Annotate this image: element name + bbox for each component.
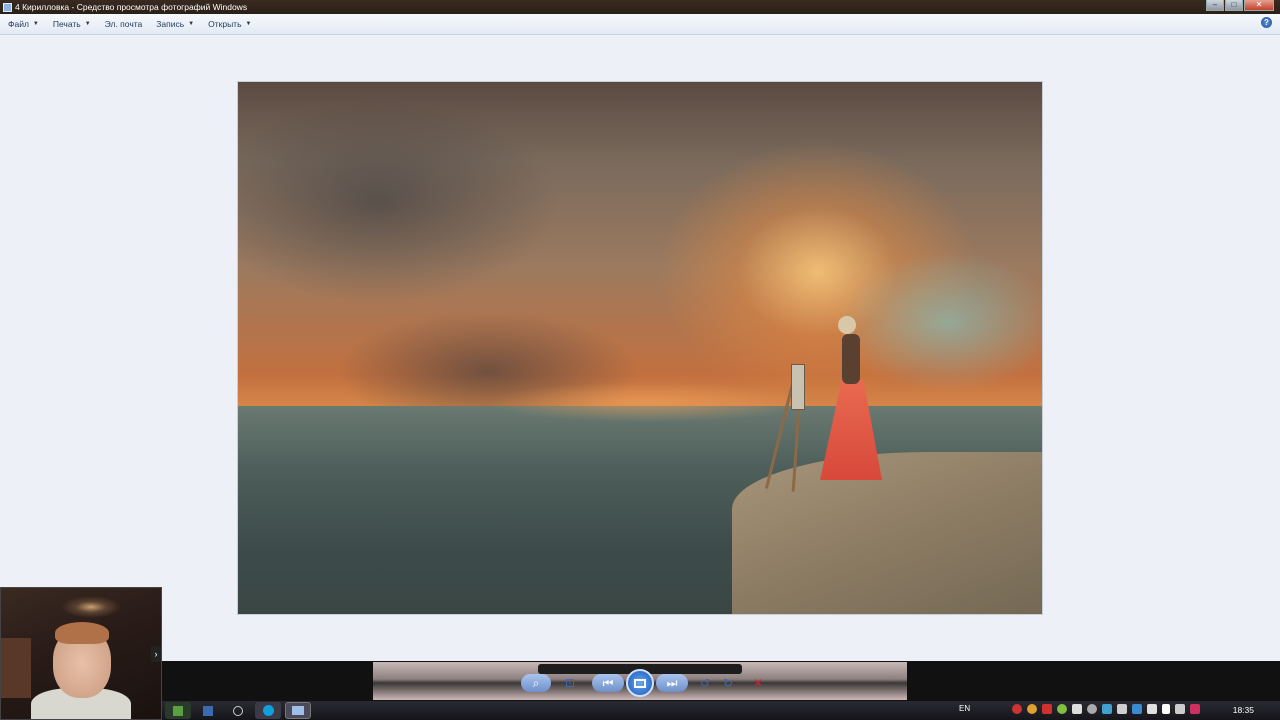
language-indicator[interactable]: EN [959,704,970,713]
menu-burn[interactable]: Запись ▼ [150,15,200,33]
app-icon [203,705,213,716]
maximize-button[interactable]: □ [1225,0,1243,11]
chevron-down-icon: ▼ [84,21,91,27]
taskbar-app-button[interactable] [195,702,221,719]
taskbar-app-button[interactable] [225,702,251,719]
chevron-down-icon: ▼ [245,21,252,27]
webcam-bookshelf [1,638,31,698]
menu-print-label: Печать [52,19,81,29]
window-titlebar[interactable]: 4 Кирилловка - Средство просмотра фотогр… [0,0,1280,14]
tray-icon[interactable] [1117,704,1127,714]
minimize-button[interactable]: – [1206,0,1224,11]
window-controls: – □ ✕ [1205,0,1274,12]
photo-sky-patch [838,252,1042,392]
chevron-down-icon: ▼ [32,21,39,27]
tray-icon[interactable] [1057,704,1067,714]
network-icon[interactable] [1175,704,1185,714]
photo-cloud [238,102,558,302]
rotate-right-icon: ↻ [722,676,734,690]
tray-icon[interactable] [1147,704,1157,714]
webcam-overlay: › [0,587,162,720]
rotate-left-button[interactable]: ↺ [695,674,715,692]
taskbar-skype-button[interactable] [255,702,281,719]
menu-open[interactable]: Открыть ▼ [202,15,257,33]
photo-viewer-app-icon [3,2,12,12]
skype-icon [262,705,274,716]
delete-icon: ✕ [752,676,764,690]
taskbar-app-button[interactable] [165,702,191,719]
tray-icon[interactable] [1087,704,1097,714]
taskbar-photo-viewer-button[interactable] [285,702,311,719]
previous-button[interactable]: ⏮ [592,674,624,692]
zoom-button[interactable]: ⌕ [521,674,551,692]
webcam-person-hair [55,622,109,644]
menu-email[interactable]: Эл. почта [99,15,149,33]
skip-forward-icon: ⏭ [666,675,678,690]
rotate-right-button[interactable]: ↻ [718,674,738,692]
tray-icon[interactable] [1027,704,1037,714]
window-title: 4 Кирилловка - Средство просмотра фотогр… [15,2,248,12]
next-button[interactable]: ⏭ [656,674,688,692]
slideshow-button[interactable] [626,669,654,697]
taskbar-clock[interactable]: 18:35 [1233,705,1254,715]
webcam-chandelier [61,596,121,618]
menu-burn-label: Запись [156,19,185,29]
command-bar: Файл ▼ Печать ▼ Эл. почта Запись ▼ Откры… [0,14,1280,35]
delete-button[interactable]: ✕ [748,674,768,692]
actual-size-button[interactable]: ⊡ [560,674,580,692]
rotate-left-icon: ↺ [699,676,711,690]
actual-size-icon: ⊡ [564,676,576,690]
volume-icon[interactable] [1162,704,1170,714]
chevron-right-icon[interactable]: › [151,646,161,662]
tray-icon[interactable] [1042,704,1052,714]
chevron-down-icon: ▼ [188,21,195,27]
magnifier-icon: ⌕ [532,675,540,690]
slideshow-icon [634,678,646,688]
photo-horizon-glow [488,382,808,422]
app-icon [173,705,183,716]
photo-sandbar [732,452,1042,614]
tray-icon[interactable] [1190,704,1200,714]
menu-file-label: Файл [8,19,29,29]
photo-viewer-icon [292,706,304,715]
close-button[interactable]: ✕ [1244,0,1274,11]
help-icon[interactable]: ? [1261,17,1272,28]
photo-woman-body [842,334,860,384]
displayed-photo [237,81,1043,615]
photo-easel-canvas [791,364,805,410]
tray-icon[interactable] [1012,704,1022,714]
menu-file[interactable]: Файл ▼ [2,15,45,33]
menu-open-label: Открыть [208,19,242,29]
photo-woman-head [838,316,856,334]
system-tray [1012,704,1200,714]
app-icon [233,705,243,716]
menu-email-label: Эл. почта [104,19,143,29]
skip-back-icon: ⏮ [602,675,614,690]
tray-icon[interactable] [1132,704,1142,714]
tray-icon[interactable] [1072,704,1082,714]
tray-icon[interactable] [1102,704,1112,714]
menu-print[interactable]: Печать ▼ [47,15,97,33]
